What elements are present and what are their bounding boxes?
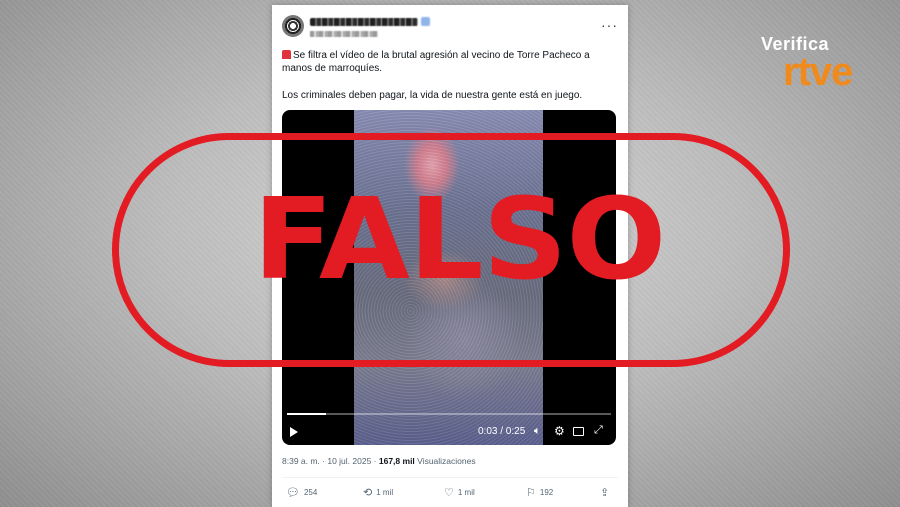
bookmark-icon: ⚐ <box>526 487 536 499</box>
views-count: 167,8 mil <box>378 456 415 466</box>
play-icon[interactable] <box>290 427 298 437</box>
volume-icon[interactable]: 🔈︎ <box>534 425 541 438</box>
video-progress-fill <box>287 413 326 415</box>
like-count: 1 mil <box>457 488 475 497</box>
repost-count: 1 mil <box>376 488 394 497</box>
fullscreen-icon[interactable]: ⤢ <box>594 424 603 437</box>
avatar[interactable] <box>282 15 304 37</box>
repost-icon: ⟲ <box>363 487 373 499</box>
bookmark-count: 192 <box>539 488 554 497</box>
verifica-rtve-logo: Verifica rtve <box>759 34 871 104</box>
settings-gear-icon[interactable]: ⚙ <box>554 424 565 438</box>
like-button[interactable]: ♡ 1 mil <box>444 486 475 499</box>
tweet-text-line2: Los criminales deben pagar, la vida de n… <box>282 90 583 101</box>
verified-badge-icon <box>421 17 430 26</box>
action-bar: 💬︎ 254 ⟲ 1 mil ♡ 1 mil ⚐ 192 ⇪ <box>286 486 614 500</box>
divider <box>282 477 618 478</box>
blurred-handle <box>310 31 378 37</box>
more-options-button[interactable]: ··· <box>601 17 618 33</box>
picture-in-picture-icon[interactable] <box>573 427 584 436</box>
tweet-text: Se filtra el vídeo de la brutal agresión… <box>282 49 618 116</box>
reply-icon: 💬︎ <box>286 487 300 499</box>
video-controls: 0:03 / 0:25 🔈︎ ⚙ ⤢ <box>282 424 616 440</box>
falso-stamp-label: FALSO <box>253 175 666 305</box>
bookmark-button[interactable]: ⚐ 192 <box>526 486 553 499</box>
share-icon: ⇪ <box>600 487 610 499</box>
tweet-header: ··· <box>282 15 618 45</box>
tweet-text-line1: Se filtra el vídeo de la brutal agresión… <box>282 50 590 74</box>
reply-button[interactable]: 💬︎ 254 <box>286 486 317 499</box>
blurred-display-name <box>310 18 418 26</box>
logo-rtve-text: rtve <box>783 50 853 94</box>
repost-button[interactable]: ⟲ 1 mil <box>363 486 393 499</box>
siren-icon <box>282 50 291 59</box>
video-progress-bar[interactable] <box>287 413 611 415</box>
share-button[interactable]: ⇪ <box>600 486 609 499</box>
views-label: Visualizaciones <box>417 456 476 466</box>
video-time: 0:03 / 0:25 <box>478 426 526 437</box>
heart-icon: ♡ <box>444 487 454 499</box>
timestamp[interactable]: 8:39 a. m. · 10 jul. 2025 · <box>282 456 377 466</box>
reply-count: 254 <box>303 488 318 497</box>
tweet-meta: 8:39 a. m. · 10 jul. 2025 · 167,8 mil Vi… <box>282 456 476 466</box>
